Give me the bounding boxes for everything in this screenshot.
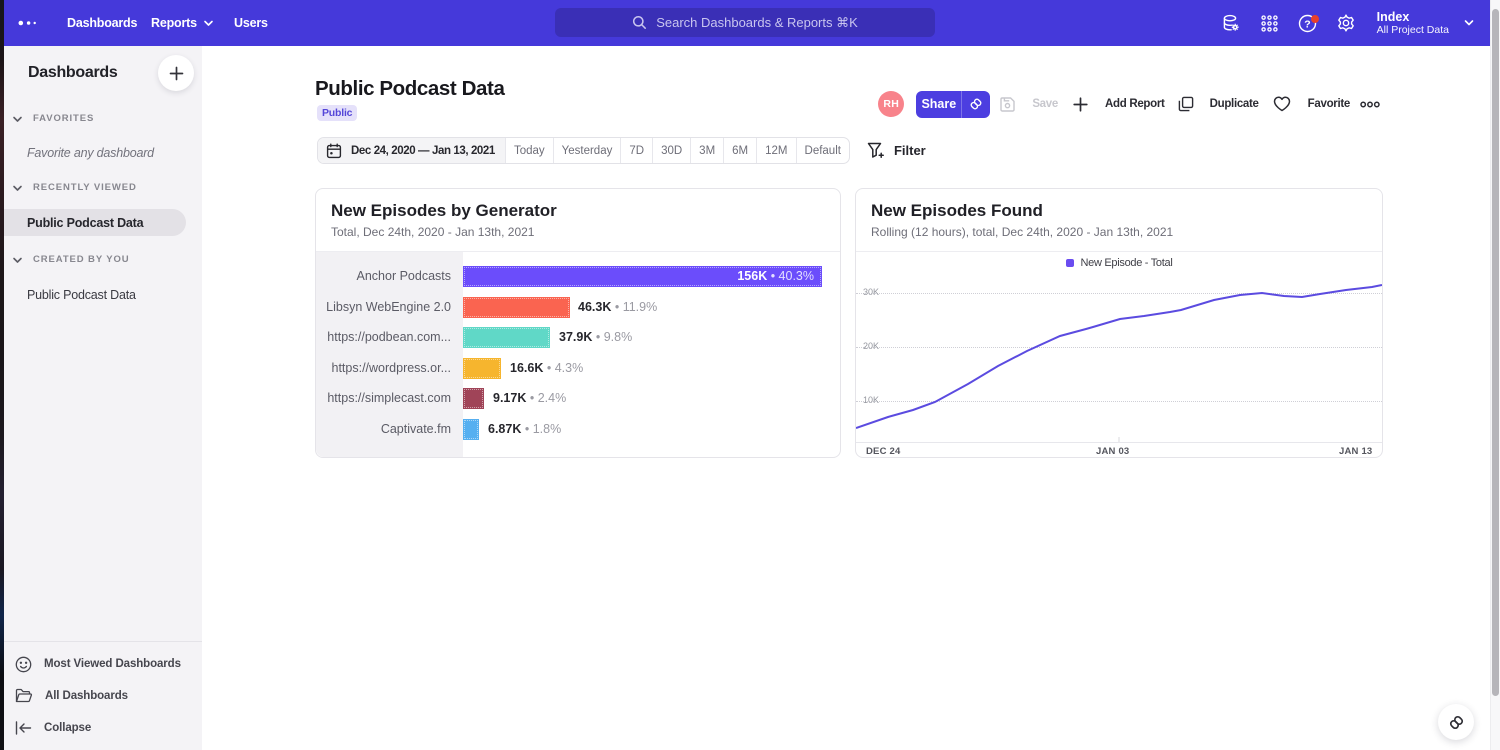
svg-text:?: ? — [1304, 18, 1310, 30]
